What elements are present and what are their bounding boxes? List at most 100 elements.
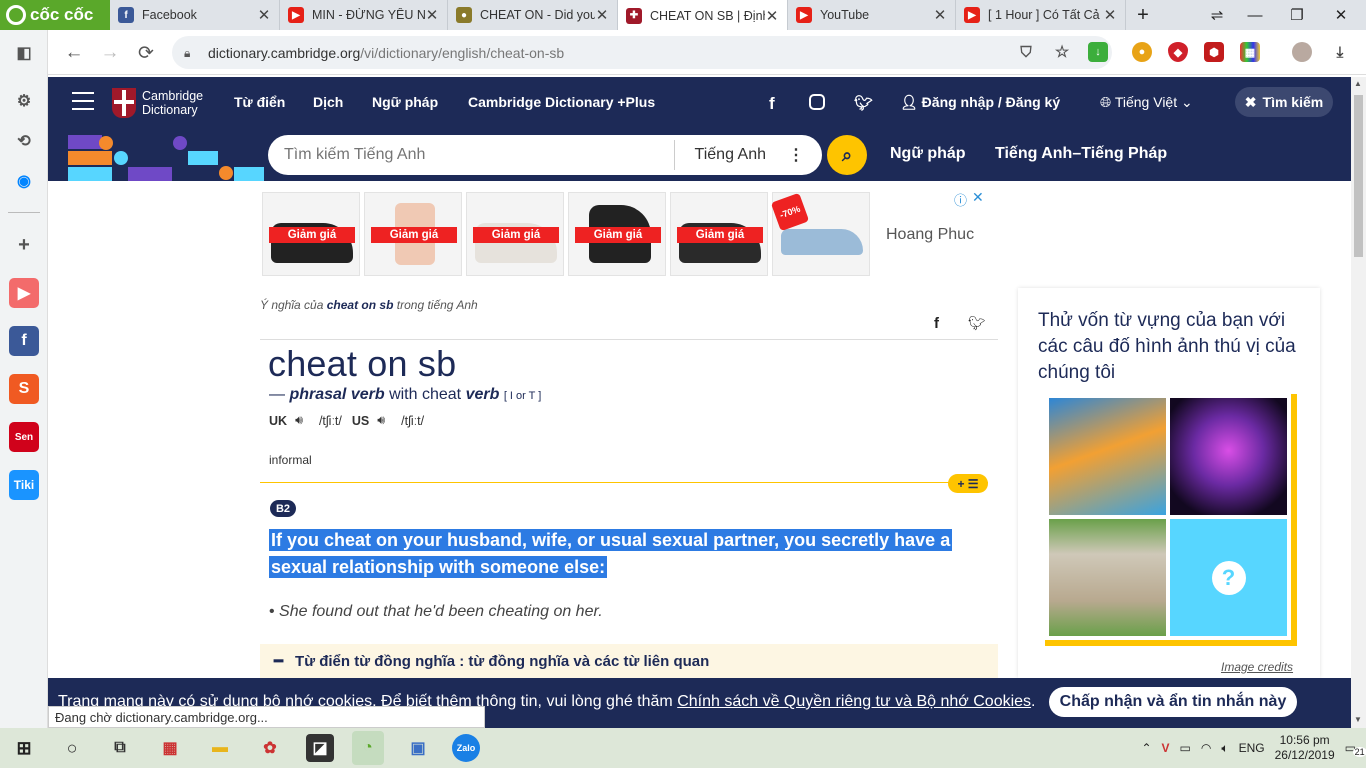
sidebar-toggle-icon[interactable]: ◧ [9,38,39,68]
close-icon[interactable]: ✕ [1103,6,1117,24]
facebook-app-icon[interactable]: f [9,326,39,356]
url-field[interactable]: 🔒︎ dictionary.cambridge.org/vi/dictionar… [172,36,1112,69]
ad-product[interactable]: -70% [770,192,870,276]
quiz-image-waterslide[interactable] [1049,398,1166,515]
coccoc-logo[interactable]: cốc cốc [0,0,110,30]
ad-advertiser[interactable]: Hoang Phuc [886,226,974,244]
scrollbar-thumb[interactable] [1354,95,1363,257]
scroll-up-icon[interactable]: ▲ [1354,79,1362,88]
tab-menu-icon[interactable]: ⇌ [1198,0,1236,30]
close-window-button[interactable]: ✕ [1322,0,1360,30]
ad-info-icon[interactable]: ⓘ [954,190,967,209]
zalo-icon[interactable]: Zalo [452,734,480,762]
windows-start-icon[interactable]: ⊞ [10,734,38,762]
ad-close-icon[interactable]: ✕ [972,189,984,206]
clock[interactable]: 10:56 pm 26/12/2019 [1275,733,1335,763]
privacy-policy-link[interactable]: Chính sách về Quyền riêng tư và Bộ nhớ C… [677,693,1031,710]
app-taskbar-icon[interactable]: ▣ [404,734,432,762]
nav-grammar-2[interactable]: Ngữ pháp [890,145,966,163]
bookmark-star-icon[interactable]: ☆ [1052,42,1072,62]
chevron-up-icon[interactable]: ⌃ [1141,741,1151,755]
back-arrow-icon[interactable]: ← [62,41,86,65]
ad-product[interactable]: Giảm giá [466,192,564,276]
ext-grid-icon[interactable]: ▦ [1240,42,1260,62]
ad-product[interactable]: Giảm giá [262,192,360,276]
audio-us-icon[interactable]: 🔊︎ [377,413,385,428]
ad-product[interactable]: Giảm giá [364,192,462,276]
tab-cheat-on-did-you[interactable]: ● CHEAT ON - Did you ✕ [448,0,618,30]
nav-grammar[interactable]: Ngữ pháp [372,94,438,110]
ext-red-icon[interactable]: ⬢ [1204,42,1224,62]
twitter-icon[interactable]: 🐦︎ [854,94,873,112]
tab-min-dung-yeu-nua[interactable]: ▶ MIN - ĐỪNG YÊU NỮA ✕ [280,0,448,30]
share-facebook-icon[interactable]: f [934,315,939,332]
settings-icon[interactable]: ⚙ [9,86,39,116]
shield-icon[interactable]: ⛉ [1016,42,1036,62]
page-scrollbar[interactable]: ▲ ▼ [1351,77,1366,728]
file-explorer-icon[interactable]: ▬ [206,734,234,762]
nav-dictionary[interactable]: Từ điển [234,94,285,110]
image-credits-link[interactable]: Image credits [1221,660,1293,674]
close-icon[interactable]: ✕ [425,6,439,24]
tab-cheat-on-sb[interactable]: ✚ CHEAT ON SB | Định ✕ [618,0,788,31]
search-toggle-button[interactable]: ✖ Tìm kiếm [1235,87,1333,117]
sticky-app-icon[interactable]: ◪ [306,734,334,762]
messenger-icon[interactable]: ◉ [9,166,39,196]
search-language-dropdown[interactable]: Tiếng Anh ⋮ [673,140,822,170]
scroll-down-icon[interactable]: ▼ [1354,715,1362,724]
search-button[interactable]: ⌕ [827,135,867,175]
maximize-button[interactable]: ❐ [1278,0,1316,30]
add-icon[interactable]: + [9,230,39,260]
close-icon[interactable]: ✕ [257,6,271,24]
thesaurus-toggle[interactable]: ━ Từ điển từ đồng nghĩa : từ đồng nghĩa v… [260,644,998,678]
search-input[interactable] [268,136,674,174]
nav-english-french[interactable]: Tiếng Anh–Tiếng Pháp [995,145,1167,163]
paint-icon[interactable]: ✿ [256,734,284,762]
ad-product[interactable]: Giảm giá [670,192,768,276]
language-selector[interactable]: 🌐︎ Tiếng Việt ⌄ [1100,94,1193,111]
quiz-image-unknown[interactable]: ? [1170,519,1287,636]
sendo-icon[interactable]: Sen [9,422,39,452]
accept-cookies-button[interactable]: Chấp nhận và ẩn tin nhắn này [1049,687,1297,717]
minimize-button[interactable]: — [1236,0,1274,30]
hamburger-menu-icon[interactable] [72,92,94,110]
network-icon[interactable]: ▭ [1180,741,1191,755]
share-twitter-icon[interactable]: 🐦︎ [968,315,986,332]
quiz-image-house[interactable] [1049,519,1166,636]
youtube-app-icon[interactable]: ▶ [9,278,39,308]
close-icon[interactable]: ✕ [933,6,947,24]
wifi-icon[interactable]: ◠ [1201,741,1211,755]
close-icon[interactable]: ✕ [765,7,779,25]
tiki-icon[interactable]: Tiki [9,470,39,500]
task-view-icon[interactable]: ⧉ [106,734,134,762]
reload-icon[interactable]: ⟳ [134,41,158,65]
facebook-icon[interactable]: f [769,94,775,114]
add-to-wordlist-button[interactable]: + ☰ [948,474,988,493]
ad-product[interactable]: Giảm giá [568,192,666,276]
history-icon[interactable]: ⟲ [9,126,39,156]
download-icon[interactable]: ↓ [1088,42,1108,62]
app-grid-icon[interactable]: ▦ [156,734,184,762]
coccoc-taskbar-icon[interactable]: ◔ [352,731,384,765]
avatar[interactable] [1292,42,1312,62]
search-circle-icon[interactable]: ○ [58,734,86,762]
tab-youtube[interactable]: ▶ YouTube ✕ [788,0,956,30]
nav-translate[interactable]: Dịch [313,94,343,110]
download-tray-icon[interactable]: ⤓ [1330,42,1350,62]
quiz-image-carousel[interactable] [1170,398,1287,515]
quiz-card[interactable]: Thử vốn từ vựng của bạn với các câu đố h… [1018,288,1320,678]
unikey-icon[interactable]: V [1162,741,1170,755]
nav-plus[interactable]: Cambridge Dictionary +Plus [468,94,655,110]
close-icon[interactable]: ✕ [595,6,609,24]
audio-uk-icon[interactable]: 🔊︎ [295,413,303,428]
cambridge-logo[interactable]: Cambridge Dictionary [112,87,212,119]
new-tab-button[interactable]: + [1124,0,1162,30]
instagram-icon[interactable] [809,94,825,110]
adblock-icon[interactable]: ◆ [1168,42,1188,62]
forward-arrow-icon[interactable]: → [98,41,122,65]
chrome-ext-icon[interactable]: ● [1132,42,1152,62]
shopee-icon[interactable]: S [9,374,39,404]
login-link[interactable]: 👤︎ Đăng nhập / Đăng ký [900,94,1060,111]
tab-1-hour[interactable]: ▶ [ 1 Hour ] Có Tất Cả N ✕ [956,0,1126,30]
input-language[interactable]: ENG [1239,741,1265,755]
